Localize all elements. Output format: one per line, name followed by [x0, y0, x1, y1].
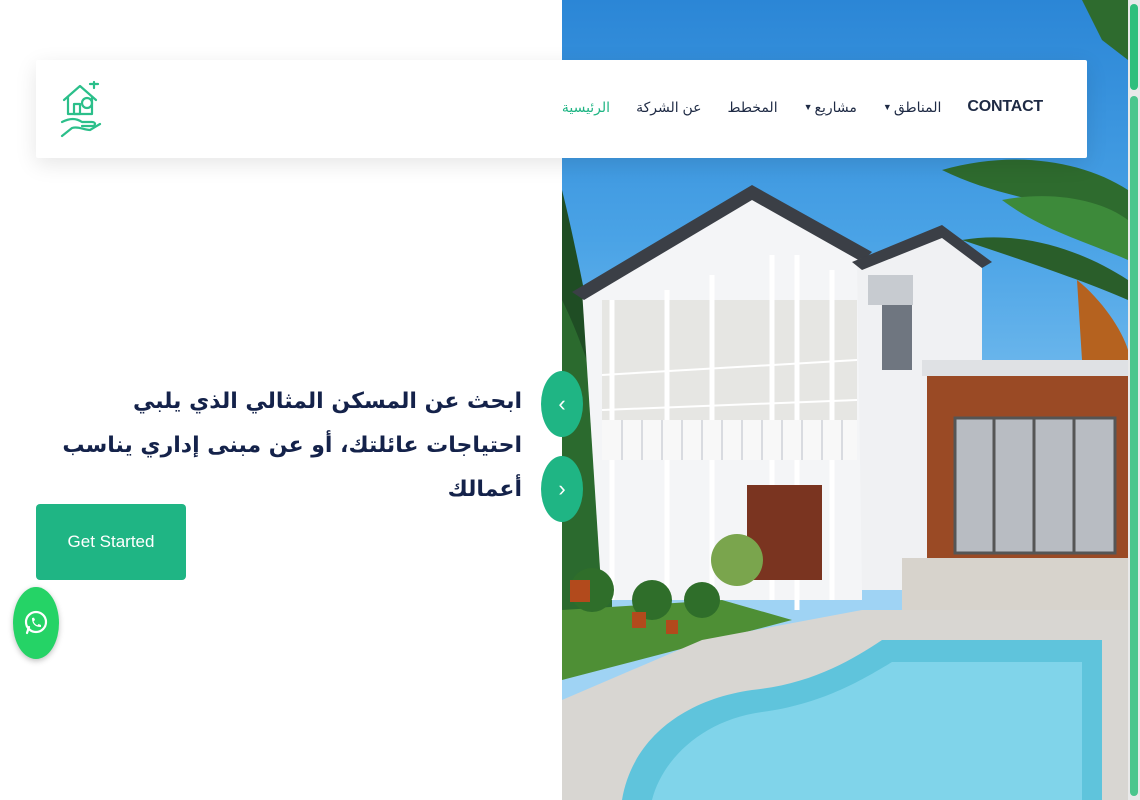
nav-item-label: الرئيسية [561, 98, 611, 115]
get-started-button[interactable]: Get Started [36, 504, 186, 580]
hero-headline: ابحث عن المسكن المثالي الذي يلبي احتياجا… [62, 389, 522, 502]
page: الرئيسية عن الشركة المخطط مشاريع ▼ المنا… [0, 0, 1140, 800]
nav-item-label: المخطط [727, 98, 778, 115]
nav-item-label: عن الشركة [636, 98, 702, 115]
slider-prev-button[interactable]: ‹ [541, 371, 583, 437]
nav-item-label: المناطق [893, 98, 942, 115]
chevron-down-icon: › [558, 476, 566, 501]
nav-item-areas[interactable]: المناطق ▼ [883, 99, 941, 116]
nav-item-contact[interactable]: CONTACT [967, 98, 1043, 116]
nav-item-plan[interactable]: المخطط [728, 99, 778, 116]
main-nav: الرئيسية عن الشركة المخطط مشاريع ▼ المنا… [536, 98, 1043, 116]
slider-next-button[interactable]: › [541, 456, 583, 522]
whatsapp-button[interactable] [13, 587, 59, 659]
nav-item-home[interactable]: الرئيسية [562, 99, 610, 116]
nav-item-label: مشاريع [814, 98, 857, 115]
chevron-up-icon: ‹ [558, 391, 566, 416]
scrollbar-rail [1130, 96, 1138, 796]
chevron-down-icon: ▼ [882, 102, 892, 112]
whatsapp-icon [24, 610, 48, 635]
nav-item-projects[interactable]: مشاريع ▼ [804, 99, 857, 116]
navbar: الرئيسية عن الشركة المخطط مشاريع ▼ المنا… [36, 60, 1087, 158]
chevron-down-icon: ▼ [803, 102, 813, 112]
scrollbar[interactable] [1128, 0, 1140, 800]
nav-item-about[interactable]: عن الشركة [636, 99, 701, 116]
scrollbar-thumb[interactable] [1130, 4, 1138, 90]
house-hand-logo-icon[interactable] [60, 78, 104, 140]
